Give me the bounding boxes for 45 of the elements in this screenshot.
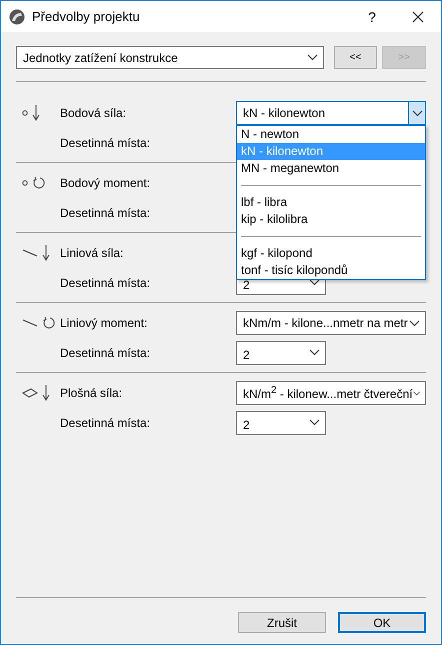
- field-label: Desetinná místa:: [60, 276, 152, 290]
- field-label: Desetinná místa:: [60, 346, 152, 360]
- field-label: Plošná síla:: [60, 386, 124, 400]
- dropdown-option[interactable]: MN - meganewton: [237, 160, 425, 177]
- close-icon: [412, 10, 424, 22]
- chevron-icon: [309, 278, 320, 286]
- app-icon: [9, 8, 25, 24]
- diamond-icon: [22, 388, 38, 398]
- chevron-icon: [306, 54, 318, 61]
- line-icon: [22, 319, 38, 327]
- chevron-icon: [409, 320, 420, 326]
- line-icon: [22, 249, 38, 257]
- help-button[interactable]: ?: [349, 1, 395, 32]
- chevron-icon: [412, 390, 420, 396]
- point-icon: [22, 110, 28, 116]
- rotate-arrow-icon: [32, 176, 46, 190]
- chevron-icon: [309, 418, 320, 426]
- chevron-icon: [412, 110, 422, 116]
- field-label: Bodový moment:: [60, 176, 152, 190]
- dropdown-option[interactable]: kip - kilolibra: [237, 211, 425, 228]
- dropdown-option[interactable]: N - newton: [237, 126, 425, 143]
- decimals-select[interactable]: 2: [236, 341, 326, 365]
- chevron-icon: [309, 348, 320, 356]
- field-label: Desetinná místa:: [60, 416, 152, 430]
- dialog-button[interactable]: OK: [338, 612, 426, 633]
- point-icon: [22, 180, 28, 186]
- category-select[interactable]: Jednotky zatížení konstrukce: [16, 46, 324, 69]
- unit-select[interactable]: kN/m$^{2}$ - kilonew...metr čtvereční: [236, 381, 426, 405]
- field-label: Liniová síla:: [60, 246, 124, 260]
- field-label: Desetinná místa:: [60, 206, 152, 220]
- field-label: Bodová síla:: [60, 106, 128, 120]
- decimals-select[interactable]: 2: [236, 411, 326, 435]
- down-arrow-icon: [42, 385, 50, 401]
- down-arrow-icon: [42, 245, 50, 261]
- field-label: Liniový moment:: [60, 316, 148, 330]
- rotate-arrow-icon: [42, 316, 56, 330]
- down-arrow-icon: [32, 105, 40, 121]
- dropdown-option[interactable]: kgf - kilopond: [237, 245, 425, 262]
- dialog-button[interactable]: Zrušit: [238, 612, 326, 633]
- field-label: Desetinná místa:: [60, 136, 152, 150]
- unit-select[interactable]: kN - kilonewton: [236, 101, 426, 125]
- nav-button[interactable]: <<: [334, 46, 378, 69]
- dropdown-option[interactable]: lbf - libra: [237, 194, 425, 211]
- unit-select[interactable]: kNm/m - kilone...nmetr na metr: [236, 311, 426, 335]
- window-title: Předvolby projektu: [32, 9, 141, 24]
